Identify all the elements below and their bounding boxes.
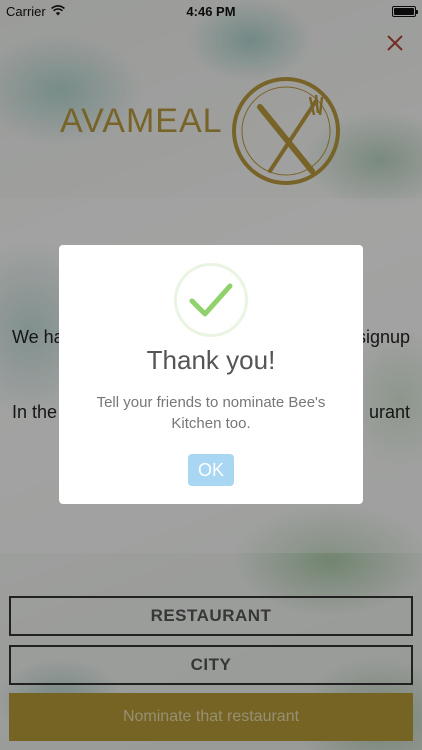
ok-button[interactable]: OK — [188, 454, 234, 486]
dialog-title: Thank you! — [146, 345, 276, 375]
checkmark-icon — [174, 263, 248, 337]
success-dialog: Thank you! Tell your friends to nominate… — [59, 245, 363, 504]
dialog-message: Tell your friends to nominate Bee's Kitc… — [96, 394, 326, 432]
